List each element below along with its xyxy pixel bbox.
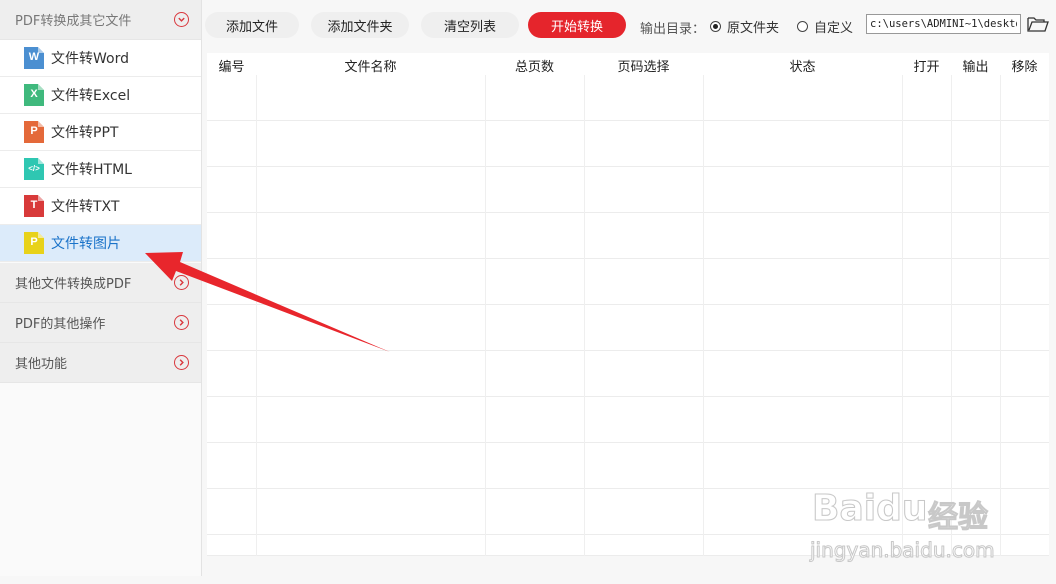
radio-original-folder[interactable]: 原文件夹 [710, 17, 779, 36]
column-divider [485, 75, 486, 556]
column-divider [584, 75, 585, 556]
ppt-file-icon: P [24, 121, 44, 143]
table-row [207, 213, 1049, 259]
word-file-icon: W [24, 47, 44, 69]
col-header-index: 编号 [218, 60, 245, 75]
table-row [207, 397, 1049, 443]
group-label: PDF的其他操作 [15, 317, 106, 332]
excel-file-icon: X [24, 84, 44, 106]
group-other-to-pdf[interactable]: 其他文件转换成PDF [0, 263, 201, 303]
txt-file-icon: T [24, 195, 44, 217]
radio-checked-icon [710, 21, 721, 32]
toolbar: 添加文件 添加文件夹 清空列表 开始转换 输出目录： 原文件夹 自定义 [202, 0, 1056, 50]
sidebar-item-txt[interactable]: T 文件转TXT [0, 188, 201, 225]
col-header-pages: 总页数 [514, 60, 554, 75]
sidebar-item-image[interactable]: P 文件转图片 [0, 225, 201, 262]
group-label: 其他功能 [15, 357, 68, 372]
html-file-icon: </> [24, 158, 44, 180]
output-path-input[interactable] [866, 14, 1021, 34]
folder-open-icon[interactable] [1026, 13, 1050, 35]
add-folder-button[interactable]: 添加文件夹 [311, 12, 409, 38]
col-header-page-select: 页码选择 [617, 60, 670, 75]
chevron-right-icon [174, 315, 189, 330]
watermark-brand-cn: 经验 [928, 500, 989, 536]
table-row [207, 75, 1049, 121]
radio-label: 原文件夹 [727, 21, 780, 36]
chevron-right-icon [174, 275, 189, 290]
group-label: 其他文件转换成PDF [15, 277, 132, 292]
sidebar-item-label: 文件转TXT [51, 199, 120, 215]
col-header-status: 状态 [789, 60, 816, 75]
watermark-brand: Baidu [811, 488, 928, 530]
col-header-remove: 移除 [1011, 60, 1038, 75]
sidebar-item-ppt[interactable]: P 文件转PPT [0, 114, 201, 151]
watermark-url: jingyan.baidu.com [810, 538, 996, 563]
chevron-right-icon [174, 355, 189, 370]
sidebar-item-html[interactable]: </> 文件转HTML [0, 151, 201, 188]
sidebar-item-label: 文件转HTML [51, 162, 132, 178]
table-row [207, 167, 1049, 213]
chevron-down-icon [174, 12, 189, 27]
output-dir-label: 输出目录： [640, 22, 706, 37]
table-row [207, 259, 1049, 305]
col-header-output: 输出 [962, 60, 989, 75]
table-row [207, 351, 1049, 397]
column-divider [703, 75, 704, 556]
sidebar-item-label: 文件转图片 [51, 236, 121, 252]
radio-label: 自定义 [814, 21, 854, 36]
table-row [207, 305, 1049, 351]
col-header-open: 打开 [913, 60, 940, 75]
sidebar-item-label: 文件转Excel [51, 88, 131, 104]
sidebar-item-excel[interactable]: X 文件转Excel [0, 77, 201, 114]
sidebar-item-label: 文件转PPT [51, 125, 119, 141]
sidebar-item-word[interactable]: W 文件转Word [0, 40, 201, 77]
radio-custom-folder[interactable]: 自定义 [797, 17, 853, 36]
group-label: PDF转换成其它文件 [15, 14, 132, 29]
group-pdf-other-ops[interactable]: PDF的其他操作 [0, 303, 201, 343]
start-convert-button[interactable]: 开始转换 [528, 12, 626, 38]
clear-list-button[interactable]: 清空列表 [421, 12, 519, 38]
radio-unchecked-icon [797, 21, 808, 32]
column-divider [256, 75, 257, 556]
table-header: 编号 文件名称 总页数 页码选择 状态 打开 输出 移除 [207, 53, 1049, 75]
col-header-filename: 文件名称 [344, 60, 397, 75]
sidebar: PDF转换成其它文件 W 文件转Word X 文件转Excel P 文件转PPT… [0, 0, 202, 576]
sidebar-item-label: 文件转Word [51, 51, 129, 67]
table-row [207, 121, 1049, 167]
baidu-jingyan-watermark: Baidu 经验 jingyan.baidu.com [810, 466, 1050, 576]
group-other-features[interactable]: 其他功能 [0, 343, 201, 383]
group-pdf-to-other[interactable]: PDF转换成其它文件 [0, 0, 201, 40]
add-file-button[interactable]: 添加文件 [205, 12, 299, 38]
image-file-icon: P [24, 232, 44, 254]
